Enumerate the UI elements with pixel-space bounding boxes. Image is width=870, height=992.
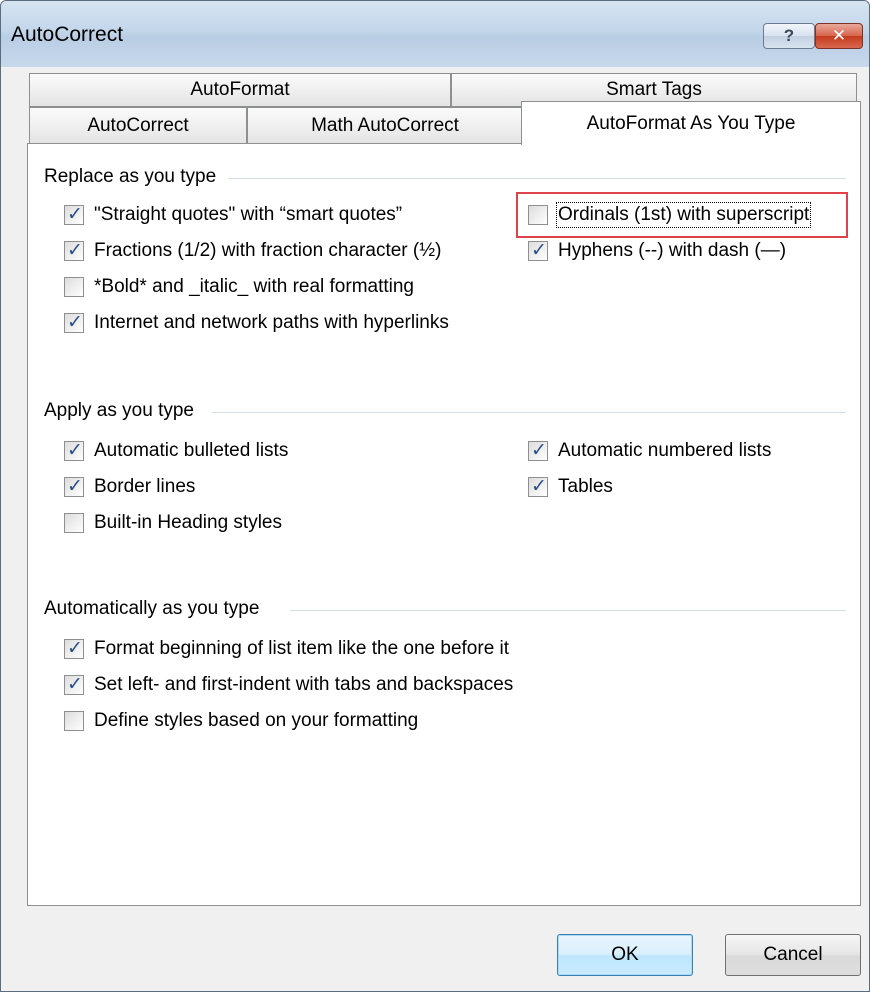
ok-label: OK xyxy=(611,944,639,965)
tab-label: AutoCorrect xyxy=(87,114,189,136)
tab-label: Smart Tags xyxy=(606,79,702,100)
checkbox-unchecked[interactable] xyxy=(64,711,84,731)
option-label: Tables xyxy=(558,476,613,497)
option-border-lines[interactable]: Border lines xyxy=(64,476,195,498)
checkbox-checked[interactable] xyxy=(64,639,84,659)
checkbox-unchecked[interactable] xyxy=(64,277,84,297)
tab-autoformat[interactable]: AutoFormat xyxy=(29,73,451,107)
group-title-apply: Apply as you type xyxy=(44,400,208,422)
cancel-label: Cancel xyxy=(763,944,823,965)
checkbox-checked[interactable] xyxy=(528,241,548,261)
help-icon: ? xyxy=(783,26,795,45)
tab-label: AutoFormat As You Type xyxy=(586,112,796,134)
tab-panel: Replace as you type "Straight quotes" wi… xyxy=(27,143,861,906)
group-title-auto: Automatically as you type xyxy=(44,598,274,620)
checkbox-checked[interactable] xyxy=(64,441,84,461)
option-hyphens[interactable]: Hyphens (--) with dash (—) xyxy=(528,240,786,262)
tab-label: Math AutoCorrect xyxy=(311,114,459,136)
option-heading-styles[interactable]: Built-in Heading styles xyxy=(64,512,282,534)
option-label: Built-in Heading styles xyxy=(94,512,282,533)
help-button[interactable]: ? xyxy=(763,23,815,49)
option-label: Fractions (1/2) with fraction character … xyxy=(94,240,442,261)
option-numbered-lists[interactable]: Automatic numbered lists xyxy=(528,440,771,462)
option-label: Set left- and first-indent with tabs and… xyxy=(94,674,514,695)
option-indent-tabs[interactable]: Set left- and first-indent with tabs and… xyxy=(64,674,513,696)
option-label: Automatic bulleted lists xyxy=(94,440,289,461)
option-fractions[interactable]: Fractions (1/2) with fraction character … xyxy=(64,240,441,262)
option-label: Internet and network paths with hyperlin… xyxy=(94,312,449,333)
option-label: Define styles based on your formatting xyxy=(94,710,419,731)
option-label: *Bold* and _italic_ with real formatting xyxy=(94,276,415,297)
group-divider xyxy=(290,610,846,611)
checkbox-checked[interactable] xyxy=(528,477,548,497)
close-icon: ✕ xyxy=(831,26,847,45)
group-divider xyxy=(212,412,846,413)
option-label: Ordinals (1st) with superscript xyxy=(555,202,812,228)
option-smart-quotes[interactable]: "Straight quotes" with “smart quotes” xyxy=(64,204,402,226)
checkbox-checked[interactable] xyxy=(64,675,84,695)
checkbox-unchecked[interactable] xyxy=(64,513,84,533)
tab-autoformat-as-you-type[interactable]: AutoFormat As You Type xyxy=(521,101,861,145)
title-bar[interactable]: AutoCorrect ? ✕ xyxy=(1,1,869,67)
option-label: "Straight quotes" with “smart quotes” xyxy=(94,204,403,225)
option-ordinals[interactable]: Ordinals (1st) with superscript xyxy=(528,202,812,228)
checkbox-checked[interactable] xyxy=(528,441,548,461)
checkbox-checked[interactable] xyxy=(64,205,84,225)
option-label: Hyphens (--) with dash (—) xyxy=(558,240,787,261)
checkbox-checked[interactable] xyxy=(64,241,84,261)
cancel-button[interactable]: Cancel xyxy=(725,934,861,976)
dialog-title: AutoCorrect xyxy=(11,23,124,46)
ok-button[interactable]: OK xyxy=(557,934,693,976)
option-label: Border lines xyxy=(94,476,196,497)
option-format-list-item[interactable]: Format beginning of list item like the o… xyxy=(64,638,509,660)
tab-autocorrect[interactable]: AutoCorrect xyxy=(29,107,247,144)
option-hyperlinks[interactable]: Internet and network paths with hyperlin… xyxy=(64,312,449,334)
group-title-replace: Replace as you type xyxy=(44,166,231,188)
option-bold-italic[interactable]: *Bold* and _italic_ with real formatting xyxy=(64,276,414,298)
option-label: Format beginning of list item like the o… xyxy=(94,638,510,659)
checkbox-checked[interactable] xyxy=(64,313,84,333)
option-label: Automatic numbered lists xyxy=(558,440,772,461)
tab-math-autocorrect[interactable]: Math AutoCorrect xyxy=(247,107,523,144)
checkbox-checked[interactable] xyxy=(64,477,84,497)
option-bulleted-lists[interactable]: Automatic bulleted lists xyxy=(64,440,288,462)
option-define-styles[interactable]: Define styles based on your formatting xyxy=(64,710,418,732)
autocorrect-dialog: AutoCorrect ? ✕ AutoFormat Smart Tags Au… xyxy=(0,0,870,992)
tab-label: AutoFormat xyxy=(190,79,290,100)
option-tables[interactable]: Tables xyxy=(528,476,613,498)
group-divider xyxy=(228,178,846,179)
checkbox-unchecked[interactable] xyxy=(528,205,548,225)
close-button[interactable]: ✕ xyxy=(815,23,863,49)
